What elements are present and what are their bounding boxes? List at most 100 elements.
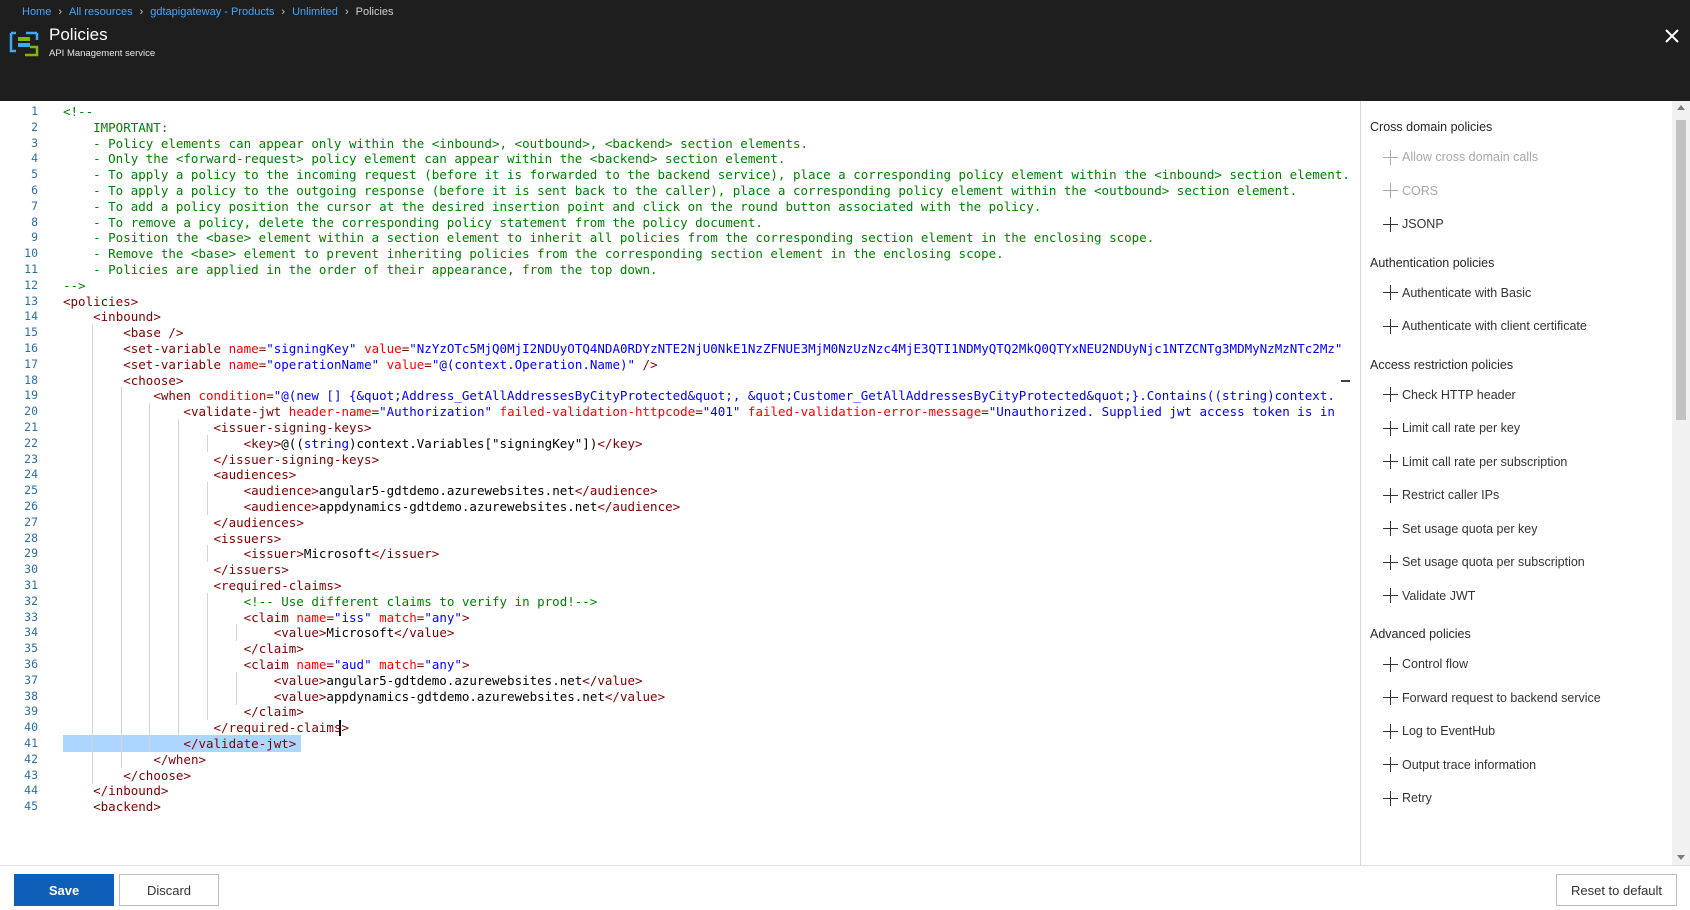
indent-guide	[149, 482, 151, 500]
scrollbar-thumb[interactable]	[1676, 120, 1686, 420]
discard-button[interactable]: Discard	[119, 874, 219, 906]
line-number: 41	[24, 736, 38, 750]
indent-guide	[91, 387, 93, 405]
scroll-down-arrow-icon[interactable]	[1677, 855, 1685, 860]
policy-item[interactable]: Forward request to backend service	[1383, 688, 1601, 708]
blade-header: Home › All resources › gdtapigateway - Produ…	[0, 0, 1690, 101]
bracket-token: </	[183, 736, 199, 751]
bracket-token: </	[123, 767, 139, 783]
tag-name-token: value	[597, 672, 635, 688]
indent-guide	[178, 482, 180, 500]
indent-guide	[91, 340, 93, 357]
policy-item[interactable]: Limit call rate per key	[1383, 418, 1520, 438]
policy-snippets-panel: Cross domain policies Allow cross domain …	[1361, 101, 1672, 865]
indent-guide	[178, 419, 180, 436]
bracket-token: >	[296, 514, 304, 530]
bracket-token: <	[213, 467, 222, 483]
attribute-name-token: match	[379, 657, 417, 672]
policy-item[interactable]: Retry	[1383, 788, 1432, 808]
indent-guide	[178, 624, 180, 642]
policy-item[interactable]: Set usage quota per key	[1383, 519, 1538, 539]
policy-item[interactable]: JSONP	[1383, 214, 1444, 234]
policy-item[interactable]: Log to EventHub	[1383, 721, 1495, 741]
breadcrumb-link[interactable]: All resources	[69, 6, 133, 18]
code-line: </required-claims>	[63, 719, 349, 736]
policy-item[interactable]: Output trace information	[1383, 755, 1536, 775]
indent-guide	[91, 577, 93, 594]
policy-code-editor[interactable]: 1 2 3 4 5 6 7 8 9 10 11 12 13 14 15 16 17 18 19 20 21 22 23 24 2…	[0, 101, 1350, 865]
indent-guide	[120, 529, 122, 547]
indent-guide	[91, 371, 93, 389]
tag-name-token: policies	[70, 293, 131, 309]
bracket-token: >	[333, 578, 342, 593]
line-number: 8	[31, 214, 38, 229]
comment-token: - To apply a policy to the incoming requ…	[63, 167, 1350, 183]
reset-to-default-button[interactable]: Reset to default	[1556, 874, 1677, 906]
policy-item[interactable]: Check HTTP header	[1383, 385, 1516, 405]
close-icon[interactable]	[1660, 24, 1684, 48]
tag-name-token: issuer	[386, 546, 432, 562]
indent-guide	[91, 719, 93, 737]
plus-icon	[1383, 790, 1398, 806]
policy-item[interactable]: Control flow	[1383, 654, 1468, 674]
code-line: </choose>	[63, 767, 191, 784]
blade-footer: Save Discard Reset to default	[0, 865, 1690, 910]
comment-token: - Only the <forward-request> policy elem…	[63, 151, 786, 167]
breadcrumb-link[interactable]: Home	[22, 6, 51, 18]
keyword-token: string	[303, 435, 349, 451]
policy-item-label: Retry	[1402, 791, 1432, 805]
line-number: 28	[24, 530, 38, 545]
policy-item[interactable]: Authenticate with client certificate	[1383, 316, 1587, 336]
bracket-token: =	[695, 404, 703, 420]
code-line: <audiences>	[63, 466, 297, 483]
code-line: - Remove the <base> element to prevent i…	[63, 245, 1004, 262]
indent-guide	[120, 545, 122, 563]
bracket-token: <	[213, 578, 222, 593]
policy-item[interactable]: Restrict caller IPs	[1383, 485, 1499, 505]
policy-item[interactable]: Set usage quota per subscription	[1383, 552, 1585, 572]
code-line: <required-claims>	[63, 577, 342, 594]
policy-item[interactable]: Validate JWT	[1383, 586, 1475, 606]
code-line: </issuer-signing-keys>	[63, 451, 380, 468]
scroll-up-arrow-icon[interactable]	[1677, 105, 1685, 110]
panel-scrollbar[interactable]	[1672, 101, 1690, 865]
indent-guide	[178, 608, 180, 626]
text-token: Microsoft	[326, 625, 395, 641]
page-title: Policies	[49, 25, 108, 44]
indent-guide	[178, 656, 180, 673]
policy-item[interactable]: Authenticate with Basic	[1383, 283, 1531, 303]
policy-item[interactable]: Limit call rate per subscription	[1383, 452, 1567, 472]
code-line: <value>appdynamics-gdtdemo.azurewebsites…	[63, 688, 665, 705]
indent-guide	[207, 656, 208, 673]
indent-guide	[120, 403, 122, 421]
save-button[interactable]: Save	[14, 874, 114, 906]
indent-guide	[207, 640, 208, 658]
tag-name-token: audience	[251, 483, 312, 499]
breadcrumb-link[interactable]: gdtapigateway - Products	[150, 6, 274, 18]
bracket-token: <	[183, 404, 191, 420]
indent-guide	[178, 450, 180, 468]
breadcrumb-link[interactable]: Unlimited	[292, 6, 338, 18]
indent-guide	[91, 324, 93, 342]
policy-item-label: CORS	[1402, 183, 1439, 198]
attribute-value-token: "401"	[702, 404, 741, 420]
line-number: 4	[31, 151, 38, 166]
code-line: <issuer-signing-keys>	[63, 419, 372, 436]
line-number-gutter: 1 2 3 4 5 6 7 8 9 10 11 12 13 14 15 16 17 18 19 20 21 22 23 24 2…	[0, 101, 52, 865]
tag-name-token: issuer-signing-keys	[221, 420, 365, 435]
indent-guide	[120, 640, 122, 658]
comment-token: - Position the <base> element within a s…	[63, 230, 1155, 246]
code-area[interactable]: <!-- IMPORTANT: - Policy elements can ap…	[63, 101, 1350, 865]
bracket-token: >	[175, 372, 184, 388]
bracket-token: </	[213, 562, 229, 578]
code-line: <issuers>	[63, 530, 282, 547]
